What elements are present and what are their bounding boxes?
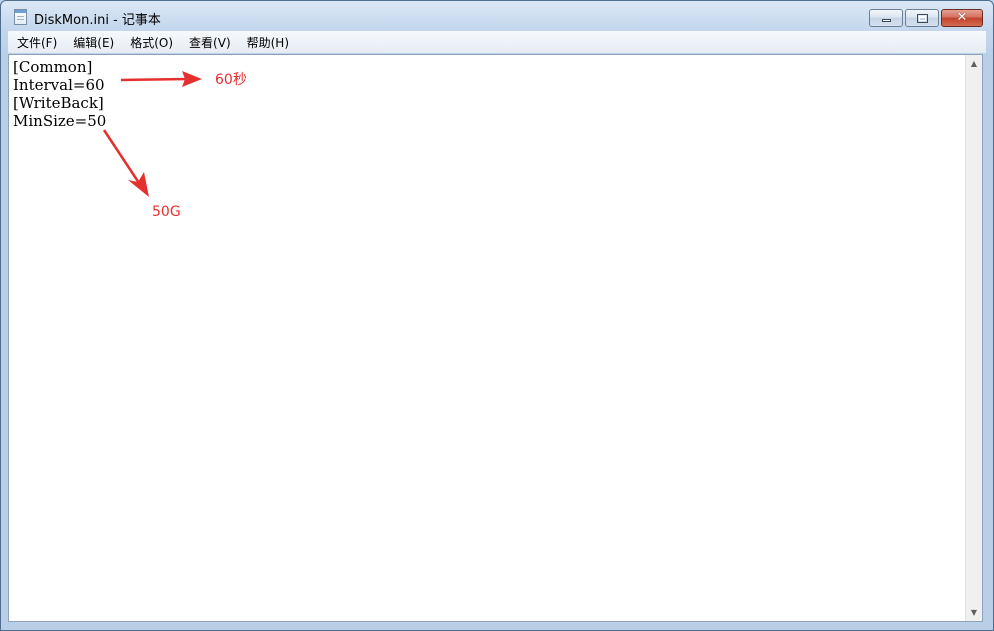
menu-bar: 文件(F) 编辑(E) 格式(O) 查看(V) 帮助(H): [8, 31, 986, 53]
menu-format[interactable]: 格式(O): [121, 34, 180, 51]
menu-help[interactable]: 帮助(H): [238, 34, 296, 51]
caption-buttons: ✕: [869, 9, 983, 27]
minimize-icon: [882, 19, 891, 22]
maximize-button[interactable]: [905, 9, 939, 27]
editor-pane: [Common] Interval=60 [WriteBack] MinSize…: [8, 54, 983, 622]
minimize-button[interactable]: [869, 9, 903, 27]
text-line: MinSize=50: [13, 112, 107, 130]
scroll-down-arrow-icon[interactable]: ▼: [966, 604, 982, 621]
text-editor[interactable]: [Common] Interval=60 [WriteBack] MinSize…: [9, 55, 964, 621]
vertical-scrollbar[interactable]: ▲ ▼: [965, 55, 982, 621]
close-icon: ✕: [956, 10, 968, 25]
menu-view[interactable]: 查看(V): [180, 34, 238, 51]
interval-annotation: 60秒: [215, 72, 247, 88]
minsize-annotation: 50G: [152, 204, 181, 220]
notepad-window: DiskMon.ini - 记事本 ✕ 文件(F) 编辑(E) 格式(O) 查看…: [0, 0, 994, 631]
text-line: [Common]: [13, 58, 93, 76]
close-button[interactable]: ✕: [941, 9, 983, 27]
notepad-icon[interactable]: [14, 9, 27, 25]
menu-file[interactable]: 文件(F): [8, 34, 64, 51]
maximize-icon: [917, 14, 928, 23]
window-title: DiskMon.ini - 记事本: [34, 13, 161, 28]
title-bar[interactable]: DiskMon.ini - 记事本 ✕: [1, 1, 993, 31]
text-line: Interval=60: [13, 76, 105, 94]
menu-edit[interactable]: 编辑(E): [64, 34, 121, 51]
text-line: [WriteBack]: [13, 94, 104, 112]
scroll-up-arrow-icon[interactable]: ▲: [966, 55, 982, 72]
